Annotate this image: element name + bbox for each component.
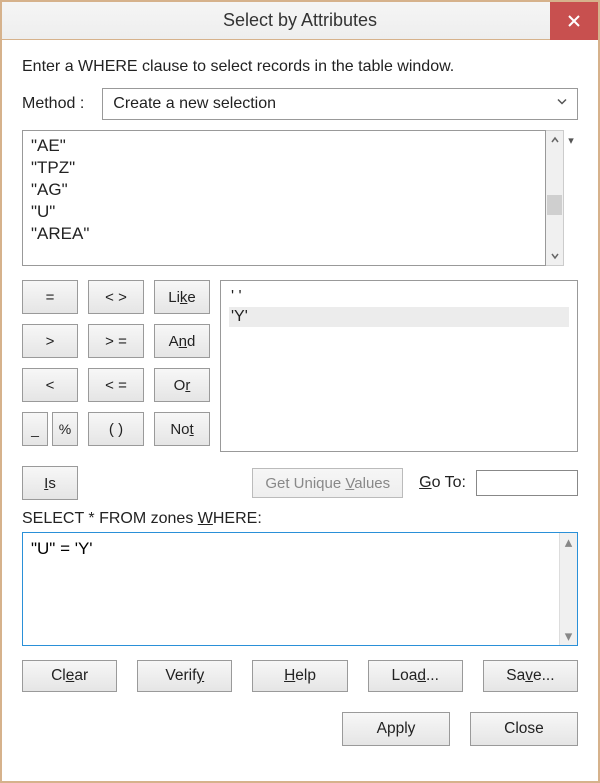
overflow-menu-icon[interactable]: ▾ xyxy=(564,130,578,266)
apply-button[interactable]: Apply xyxy=(342,712,450,746)
scroll-up-icon[interactable]: ▴ xyxy=(560,533,577,551)
get-unique-values-button: Get Unique Values xyxy=(252,468,403,498)
where-clause-input[interactable] xyxy=(23,533,559,645)
scroll-thumb[interactable] xyxy=(547,195,562,215)
op-equals-button[interactable]: = xyxy=(22,280,78,314)
op-gte-button[interactable]: > = xyxy=(88,324,144,358)
title-bar: Select by Attributes xyxy=(2,2,598,40)
op-lt-button[interactable]: < xyxy=(22,368,78,402)
field-item[interactable]: "U" xyxy=(29,201,539,223)
field-item[interactable]: "AREA" xyxy=(29,223,539,245)
goto-label: Go To: xyxy=(419,474,466,492)
op-lte-button[interactable]: < = xyxy=(88,368,144,402)
field-item[interactable]: "AE" xyxy=(29,135,539,157)
dialog-body: Enter a WHERE clause to select records i… xyxy=(2,40,598,781)
fields-scrollbar[interactable] xyxy=(546,130,564,266)
fields-area: "AE" "TPZ" "AG" "U" "AREA" ▾ xyxy=(22,130,578,266)
select-by-attributes-dialog: Select by Attributes Enter a WHERE claus… xyxy=(0,0,600,783)
scroll-track[interactable] xyxy=(560,551,577,627)
op-is-button[interactable]: Is xyxy=(22,466,78,500)
operators-and-values: = < > Like > > = And < < = Or _ % ( ) No… xyxy=(22,280,578,452)
method-select[interactable]: Create a new selection xyxy=(102,88,578,120)
op-not-button[interactable]: Not xyxy=(154,412,210,446)
op-and-button[interactable]: And xyxy=(154,324,210,358)
help-button[interactable]: Help xyxy=(252,660,347,692)
final-buttons-row: Apply Close xyxy=(22,712,578,746)
goto-input[interactable] xyxy=(476,470,578,496)
close-icon xyxy=(567,14,581,28)
op-gt-button[interactable]: > xyxy=(22,324,78,358)
action-buttons-row: Clear Verify Help Load... Save... xyxy=(22,660,578,692)
load-button[interactable]: Load... xyxy=(368,660,463,692)
operator-column: = < > Like > > = And < < = Or _ % ( ) No… xyxy=(22,280,210,452)
instruction-text: Enter a WHERE clause to select records i… xyxy=(22,58,578,76)
window-title: Select by Attributes xyxy=(50,10,550,31)
op-percent-button[interactable]: % xyxy=(52,412,78,446)
sql-label-prefix: SELECT * FROM zones xyxy=(22,510,198,527)
sql-label-where: WHERE: xyxy=(198,510,262,527)
clear-button[interactable]: Clear xyxy=(22,660,117,692)
scroll-up-icon[interactable] xyxy=(546,131,563,149)
op-not-equals-button[interactable]: < > xyxy=(88,280,144,314)
sql-label: SELECT * FROM zones WHERE: xyxy=(22,510,578,528)
method-row: Method : Create a new selection xyxy=(22,88,578,120)
scroll-down-icon[interactable] xyxy=(546,247,563,265)
op-parens-button[interactable]: ( ) xyxy=(88,412,144,446)
fields-list[interactable]: "AE" "TPZ" "AG" "U" "AREA" xyxy=(22,130,546,266)
verify-button[interactable]: Verify xyxy=(137,660,232,692)
scroll-track[interactable] xyxy=(546,149,563,247)
op-or-button[interactable]: Or xyxy=(154,368,210,402)
close-button[interactable]: Close xyxy=(470,712,578,746)
op-like-button[interactable]: Like xyxy=(154,280,210,314)
values-controls-row: Is Get Unique Values Go To: xyxy=(22,466,578,500)
scroll-down-icon[interactable]: ▾ xyxy=(560,627,577,645)
where-clause-area: ▴ ▾ xyxy=(22,532,578,646)
save-button[interactable]: Save... xyxy=(483,660,578,692)
close-window-button[interactable] xyxy=(550,2,598,40)
value-item[interactable]: 'Y' xyxy=(229,307,569,327)
unique-values-list[interactable]: ' ' 'Y' xyxy=(220,280,578,452)
chevron-down-icon xyxy=(555,95,569,114)
where-scrollbar[interactable]: ▴ ▾ xyxy=(559,533,577,645)
method-selected-value: Create a new selection xyxy=(113,95,276,113)
field-item[interactable]: "TPZ" xyxy=(29,157,539,179)
method-label: Method : xyxy=(22,95,84,113)
field-item[interactable]: "AG" xyxy=(29,179,539,201)
value-item[interactable]: ' ' xyxy=(229,287,569,307)
op-underscore-button[interactable]: _ xyxy=(22,412,48,446)
